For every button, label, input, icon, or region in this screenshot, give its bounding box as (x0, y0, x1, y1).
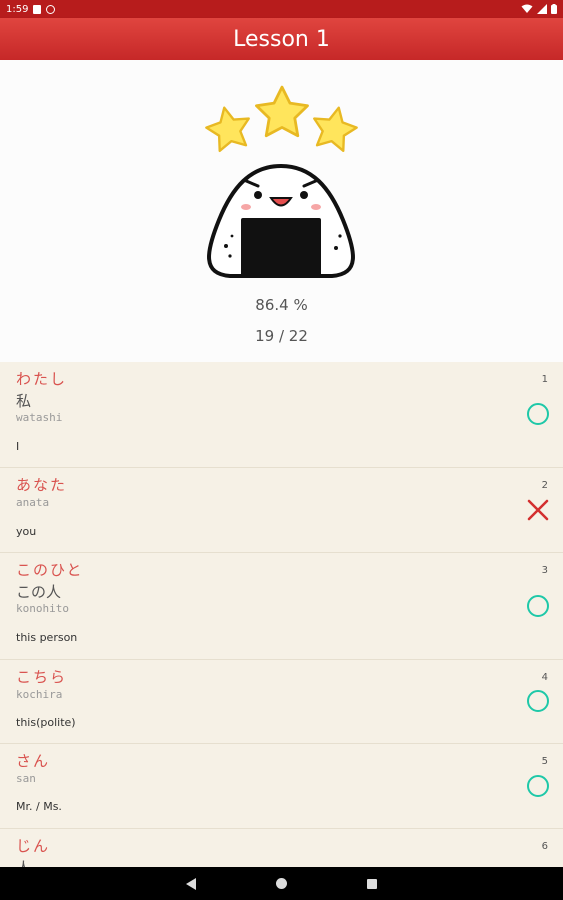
battery-icon (551, 4, 557, 14)
romaji-text: san (16, 772, 36, 785)
app-bar: Lesson 1 (0, 18, 563, 60)
list-item[interactable]: じん 人 6 (0, 829, 563, 867)
onigiri-mascot-icon (207, 164, 355, 278)
kanji-text: 私 (16, 392, 32, 410)
star-icon (201, 102, 256, 154)
kana-text: じん (16, 837, 51, 855)
kana-text: さん (16, 752, 51, 770)
kana-text: あなた (16, 476, 68, 494)
recents-icon[interactable] (367, 879, 377, 889)
status-time: 1:59 (6, 3, 29, 15)
item-number: 1 (541, 374, 548, 385)
meaning-text: this person (16, 631, 78, 644)
sync-icon (46, 4, 56, 14)
correct-circle-icon (527, 775, 549, 797)
item-number: 2 (541, 480, 548, 491)
kana-text: わたし (16, 370, 68, 388)
meaning-text: you (16, 525, 37, 538)
meaning-text: Mr. / Ms. (16, 800, 62, 813)
back-icon[interactable] (186, 878, 196, 890)
list-item[interactable]: わたし 私 watashi I 1 (0, 362, 563, 468)
home-icon[interactable] (276, 878, 287, 889)
romaji-text: kochira (16, 688, 63, 701)
romaji-text: konohito (16, 602, 69, 615)
meaning-text: this(polite) (16, 716, 76, 729)
star-icon (307, 102, 362, 154)
page-title: Lesson 1 (233, 26, 330, 52)
kana-text: このひと (16, 561, 84, 579)
list-item[interactable]: このひと この人 konohito this person 3 (0, 553, 563, 660)
correct-circle-icon (527, 595, 549, 617)
result-panel: 86.4 % 19 / 22 (0, 60, 563, 362)
correct-circle-icon (527, 690, 549, 712)
item-number: 6 (541, 841, 548, 852)
romaji-text: anata (16, 496, 50, 509)
item-number: 4 (541, 672, 548, 683)
wrong-cross-icon (527, 499, 549, 521)
list-item[interactable]: さん san Mr. / Ms. 5 (0, 744, 563, 829)
percent-score: 86.4 % (255, 296, 308, 314)
item-number: 5 (541, 756, 548, 767)
kanji-text: 人 (16, 857, 31, 867)
list-item[interactable]: こちら kochira this(polite) 4 (0, 660, 563, 744)
sim-icon (33, 4, 42, 14)
signal-icon (537, 4, 547, 14)
correct-circle-icon (527, 403, 549, 425)
star-icon (255, 85, 309, 138)
kanji-text: この人 (16, 583, 62, 601)
romaji-text: watashi (16, 411, 63, 424)
item-number: 3 (541, 565, 548, 576)
list-item[interactable]: あなた anata you 2 (0, 468, 563, 553)
correct-count: 19 / 22 (255, 327, 308, 345)
result-illustration (201, 85, 362, 278)
kana-text: こちら (16, 668, 68, 686)
wifi-icon (521, 4, 533, 13)
navigation-bar (0, 867, 563, 900)
word-result-list[interactable]: わたし 私 watashi I 1 あなた anata you 2 このひと こ… (0, 362, 563, 867)
status-bar: 1:59 (0, 0, 563, 18)
meaning-text: I (16, 440, 20, 453)
